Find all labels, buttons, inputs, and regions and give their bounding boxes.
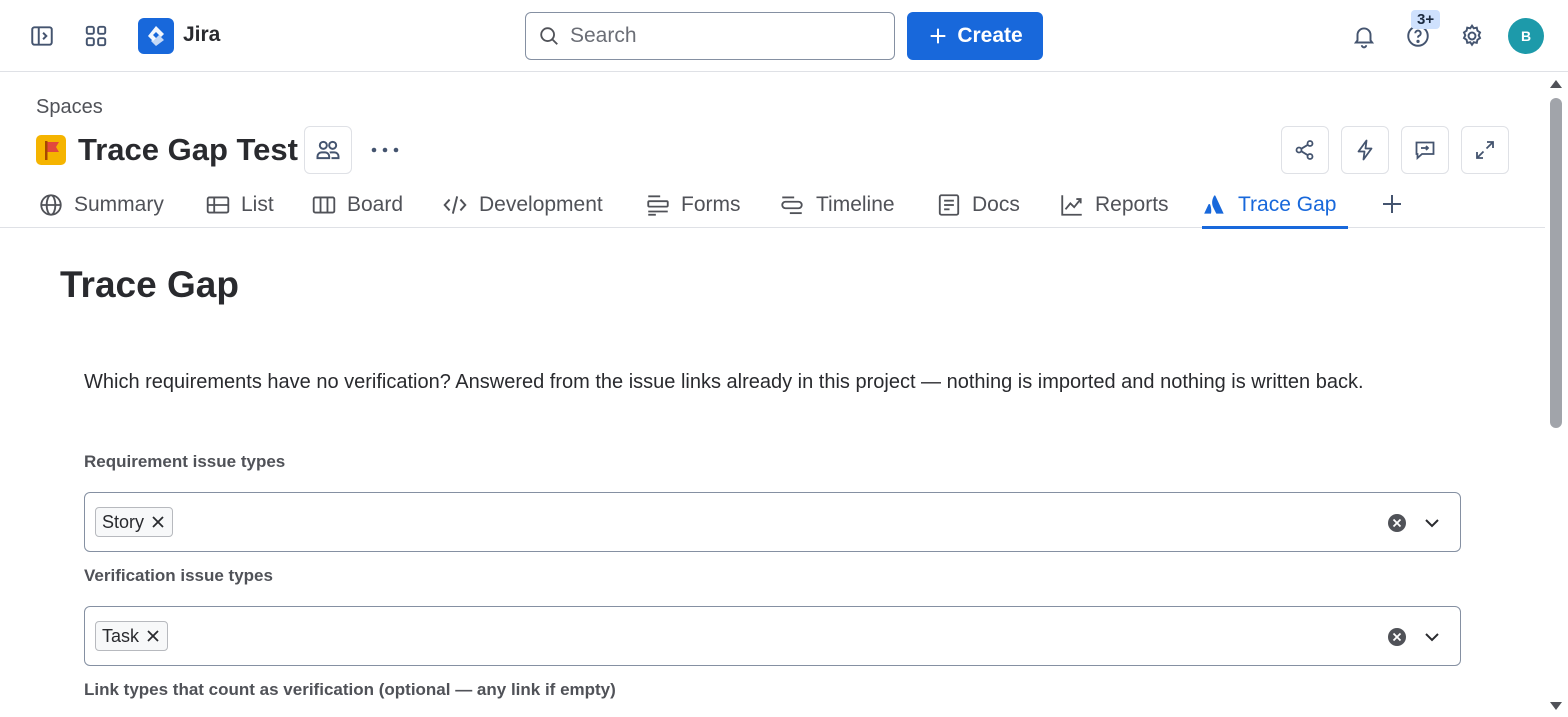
automation-button[interactable]: [1341, 126, 1389, 174]
page-description: Which requirements have no verification?…: [84, 371, 1364, 393]
tab-label: Reports: [1095, 193, 1169, 216]
selected-chip: Task: [95, 621, 169, 651]
more-horizontal-icon: [371, 147, 399, 153]
tab-label: Timeline: [816, 193, 895, 216]
code-icon: [443, 196, 467, 214]
create-label: Create: [957, 24, 1023, 47]
project-title: Trace Gap Test: [78, 132, 298, 167]
add-tab-button[interactable]: [1378, 190, 1406, 218]
remove-chip-icon[interactable]: [145, 628, 161, 644]
project-members-button[interactable]: [304, 126, 352, 174]
feedback-icon: [1415, 141, 1435, 161]
remove-chip-icon[interactable]: [150, 514, 166, 530]
timeline-icon: [781, 196, 803, 215]
tab-label: Development: [479, 193, 603, 216]
tab-trace-gap[interactable]: Trace Gap: [1202, 182, 1349, 229]
feedback-button[interactable]: [1401, 126, 1449, 174]
tab-development[interactable]: Development: [441, 182, 603, 228]
top-navigation: Jira Create 3+ B: [0, 0, 1568, 72]
tab-label: Docs: [972, 193, 1020, 216]
share-button[interactable]: [1281, 126, 1329, 174]
expand-icon: [1476, 141, 1494, 159]
clear-selection-icon[interactable]: [1387, 513, 1407, 533]
help-notification-badge: 3+: [1411, 10, 1441, 29]
clear-selection-icon[interactable]: [1387, 627, 1407, 647]
page-title: Trace Gap: [60, 264, 239, 305]
search-box[interactable]: [525, 12, 895, 60]
tab-label: Trace Gap: [1238, 193, 1337, 216]
app-name[interactable]: Jira: [183, 23, 220, 47]
plus-icon: [930, 28, 946, 44]
tab-timeline[interactable]: Timeline: [778, 182, 895, 228]
share-icon: [1295, 140, 1314, 160]
jira-logo-icon[interactable]: [138, 18, 174, 54]
verification-types-select[interactable]: Task: [84, 606, 1461, 666]
tab-docs[interactable]: Docs: [936, 182, 1020, 228]
more-actions-button[interactable]: [362, 126, 408, 174]
chevron-down-icon[interactable]: [1422, 627, 1442, 647]
reports-icon: [1061, 195, 1082, 216]
atlassian-app-icon: [1204, 195, 1224, 214]
verification-types-label: Verification issue types: [84, 566, 273, 585]
requirement-types-select[interactable]: Story: [84, 492, 1461, 552]
scroll-down-arrow-icon[interactable]: [1550, 702, 1562, 710]
chip-label: Task: [102, 625, 140, 646]
project-tabs: Summary List Board Development Forms Tim…: [0, 182, 1545, 229]
breadcrumb-spaces[interactable]: Spaces: [36, 96, 103, 119]
people-icon: [316, 140, 340, 160]
tab-label: Summary: [74, 193, 164, 216]
scroll-up-arrow-icon[interactable]: [1550, 80, 1562, 88]
tab-label: Forms: [681, 193, 741, 216]
list-icon: [206, 196, 230, 214]
tab-reports[interactable]: Reports: [1059, 182, 1169, 228]
link-types-label: Link types that count as verification (o…: [84, 680, 616, 699]
user-avatar[interactable]: B: [1508, 18, 1544, 54]
chevron-down-icon[interactable]: [1422, 513, 1442, 533]
app-switcher-icon[interactable]: [78, 18, 114, 54]
plus-icon: [1383, 195, 1401, 213]
requirement-types-label: Requirement issue types: [84, 452, 286, 471]
sidebar-toggle-icon[interactable]: [24, 18, 60, 54]
tab-summary[interactable]: Summary: [38, 182, 164, 228]
tab-label: Board: [347, 193, 404, 216]
lightning-bolt-icon: [1357, 139, 1373, 161]
notifications-bell-icon[interactable]: [1346, 18, 1382, 54]
chip-label: Story: [102, 511, 145, 532]
tab-list[interactable]: List: [205, 182, 274, 228]
docs-icon: [938, 194, 960, 216]
create-button[interactable]: Create: [907, 12, 1043, 60]
search-input[interactable]: [570, 24, 870, 48]
tab-forms[interactable]: Forms: [645, 182, 741, 228]
scrollbar-thumb[interactable]: [1550, 98, 1562, 428]
fullscreen-button[interactable]: [1461, 126, 1509, 174]
selected-chip: Story: [95, 507, 174, 537]
tab-board[interactable]: Board: [311, 182, 403, 228]
project-flag-icon: [36, 135, 66, 165]
forms-icon: [647, 195, 669, 216]
search-icon: [540, 27, 558, 45]
settings-gear-icon[interactable]: [1454, 18, 1490, 54]
globe-icon: [40, 194, 62, 216]
tab-label: List: [241, 193, 274, 216]
board-icon: [312, 196, 336, 214]
